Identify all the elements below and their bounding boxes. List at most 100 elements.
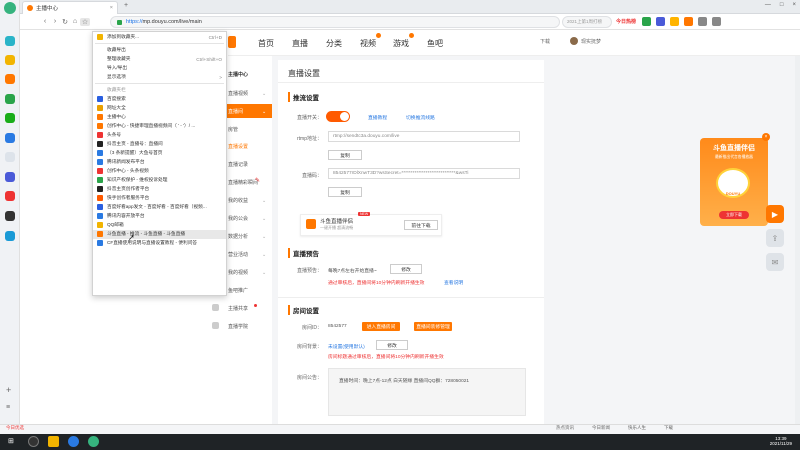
menu-item[interactable]: 创作中心 - 头条视频 — [93, 167, 226, 176]
browser-taskbar-icon[interactable] — [68, 436, 79, 447]
ad-download-button[interactable]: 立即下载 — [719, 211, 749, 219]
start-menu-icon[interactable]: ⊞ — [8, 437, 14, 445]
menu-item[interactable]: 网址大全 — [93, 104, 226, 113]
extension-icon[interactable] — [642, 17, 651, 26]
file-explorer-icon[interactable] — [48, 436, 59, 447]
app-taskbar-icon[interactable] — [88, 436, 99, 447]
menu-item[interactable]: 百度搜索 — [93, 95, 226, 104]
nav-category[interactable]: 分类 — [326, 38, 342, 49]
live-play-float-icon[interactable]: ▶ — [766, 205, 784, 223]
app-icon[interactable] — [5, 94, 15, 104]
room-decor-button[interactable]: 直播间装修管理 — [414, 322, 452, 331]
menu-item[interactable]: 抖音主页创作者平台 — [93, 185, 226, 194]
browser-logo-icon[interactable] — [4, 2, 16, 14]
close-window-button[interactable]: × — [792, 2, 796, 8]
live-toggle-switch[interactable] — [326, 111, 350, 122]
nav-live[interactable]: 直播 — [292, 38, 308, 49]
menu-item[interactable]: 腾讯内容开放平台 — [93, 212, 226, 221]
bookmark-star-icon[interactable]: ☆ — [80, 17, 90, 26]
menu-item[interactable]: 主播中心 — [93, 113, 226, 122]
address-bar[interactable]: https://mp.douyu.com/live/main — [110, 16, 560, 28]
back-icon[interactable]: ‹ — [40, 18, 50, 25]
menu-item[interactable]: 百度好看app发文 - 百度好看 - 百度好看（视频... — [93, 203, 226, 212]
copy-code-button[interactable]: 复制 — [328, 187, 362, 197]
room-notice-field[interactable]: 直播时间：晚上7点-12点 白天随缘 直播间QQ群：728050021 — [328, 368, 526, 416]
menu-icon[interactable] — [698, 17, 707, 26]
edit-background-button[interactable]: 修改 — [376, 340, 408, 350]
extension-icon[interactable] — [670, 17, 679, 26]
tab-active[interactable]: 主播中心 × — [22, 1, 118, 14]
forward-icon[interactable]: › — [50, 18, 60, 25]
maximize-button[interactable]: □ — [780, 2, 784, 8]
nav-home[interactable]: 首页 — [258, 38, 274, 49]
extension-icon[interactable] — [656, 17, 665, 26]
nav-badge — [376, 33, 381, 38]
tab-close-icon[interactable]: × — [110, 5, 113, 11]
menu-item[interactable]: （3 条新提醒）大鱼号首页 — [93, 149, 226, 158]
menu-item[interactable]: 知识产权保护 - 维权投诉处理 — [93, 176, 226, 185]
douyu-logo-icon[interactable] — [228, 36, 236, 48]
download-assistant-button[interactable]: 前往下载 — [404, 220, 438, 230]
menu-item[interactable]: 抖音主页 - 直播号：直播间 — [93, 140, 226, 149]
new-tab-button[interactable]: + — [124, 2, 128, 9]
menu-item-highlighted[interactable]: 斗鱼直播 - 推流 - 斗鱼直播 - 斗鱼直播 — [93, 230, 226, 239]
tutorial-link[interactable]: 直播教程 — [368, 114, 387, 121]
app-icon[interactable] — [5, 172, 15, 182]
doc-icon[interactable] — [5, 152, 15, 162]
app-icon[interactable] — [5, 133, 15, 143]
switch-line-link[interactable]: 切换推流线路 — [406, 114, 435, 121]
app-icon[interactable] — [5, 36, 15, 46]
edit-preview-button[interactable]: 修改 — [390, 264, 422, 274]
feedback-float-icon[interactable]: ✉ — [766, 253, 784, 271]
status-item[interactable]: 热点资讯 — [556, 425, 574, 431]
enter-room-button[interactable]: 进入直播房间 — [362, 322, 400, 331]
app-icon[interactable] — [5, 211, 15, 221]
ad-close-icon[interactable]: × — [762, 133, 770, 141]
menu-item[interactable]: 腾讯新闻发布平台 — [93, 158, 226, 167]
app-icon[interactable] — [5, 191, 15, 201]
status-item[interactable]: 今日新闻 — [592, 425, 610, 431]
nav-game[interactable]: 游戏 — [393, 38, 409, 49]
menu-item[interactable]: 头条号 — [93, 131, 226, 140]
preview-help-link[interactable]: 查看说明 — [444, 279, 463, 286]
menu-item[interactable]: 创作中心 - 快捷审理直播视频间（ ' - '）/ ... — [93, 122, 226, 131]
rtmp-address-field[interactable]: rtmp://sendtc3a.douyu.com/live — [328, 131, 520, 142]
status-item[interactable]: 下载 — [664, 425, 673, 431]
menu-item[interactable]: 显示选项 > — [93, 73, 226, 82]
wechat-icon[interactable] — [5, 113, 15, 123]
app-icon[interactable] — [5, 74, 15, 84]
refresh-icon[interactable]: ↻ — [60, 18, 70, 26]
system-clock[interactable]: 13:39 2021/11/29 — [770, 436, 792, 446]
star-icon[interactable] — [5, 55, 15, 65]
menu-item[interactable]: 整理收藏夹 Ctrl+Shift+O — [93, 55, 226, 64]
minimize-button[interactable]: — — [765, 2, 771, 8]
home-icon[interactable]: ⌂ — [70, 18, 80, 25]
game-icon[interactable] — [684, 17, 693, 26]
status-left-link[interactable]: 今日优选 — [6, 425, 24, 431]
status-item[interactable]: 快乐人生 — [628, 425, 646, 431]
menu-item[interactable]: 快手创作者服务平台 — [93, 194, 226, 203]
menu-item[interactable]: QQ邮箱 — [93, 221, 226, 230]
sidebar-item-anchor-share[interactable]: 主播共享 — [200, 301, 272, 315]
add-icon[interactable]: + — [6, 385, 11, 395]
search-input[interactable]: 2021上第1周打榜 — [562, 16, 612, 28]
site-icon — [97, 159, 103, 166]
download-link[interactable]: 下载 — [540, 38, 550, 45]
user-menu[interactable]: 现实抚梦 — [570, 37, 601, 45]
app-icon[interactable] — [5, 231, 15, 241]
menu-item[interactable]: CF直播使用说明与直播设置教程 - 便利问答 — [93, 239, 226, 248]
stream-code-field[interactable]: 8542577rDlXnwT3D?wsSecret=**************… — [328, 168, 520, 179]
sidebar-item-academy[interactable]: 直播学院 — [200, 319, 272, 333]
nav-video[interactable]: 视频 — [360, 38, 376, 49]
chevron-down-icon: ⌄ — [262, 91, 267, 97]
menu-item[interactable]: 导入/导出 — [93, 64, 226, 73]
nav-fishbar[interactable]: 鱼吧 — [427, 38, 443, 49]
menu-item[interactable]: 添加到收藏夹... Ctrl+D — [93, 33, 226, 42]
settings-icon[interactable] — [712, 17, 721, 26]
menu-item[interactable]: 收藏导出 — [93, 46, 226, 55]
menu-icon[interactable]: ≡ — [6, 404, 10, 411]
share-float-icon[interactable]: ⇪ — [766, 229, 784, 247]
copy-rtmp-button[interactable]: 复制 — [328, 150, 362, 160]
search-icon[interactable] — [28, 436, 39, 447]
hot-list-label[interactable]: 今日热榜 — [616, 18, 636, 25]
